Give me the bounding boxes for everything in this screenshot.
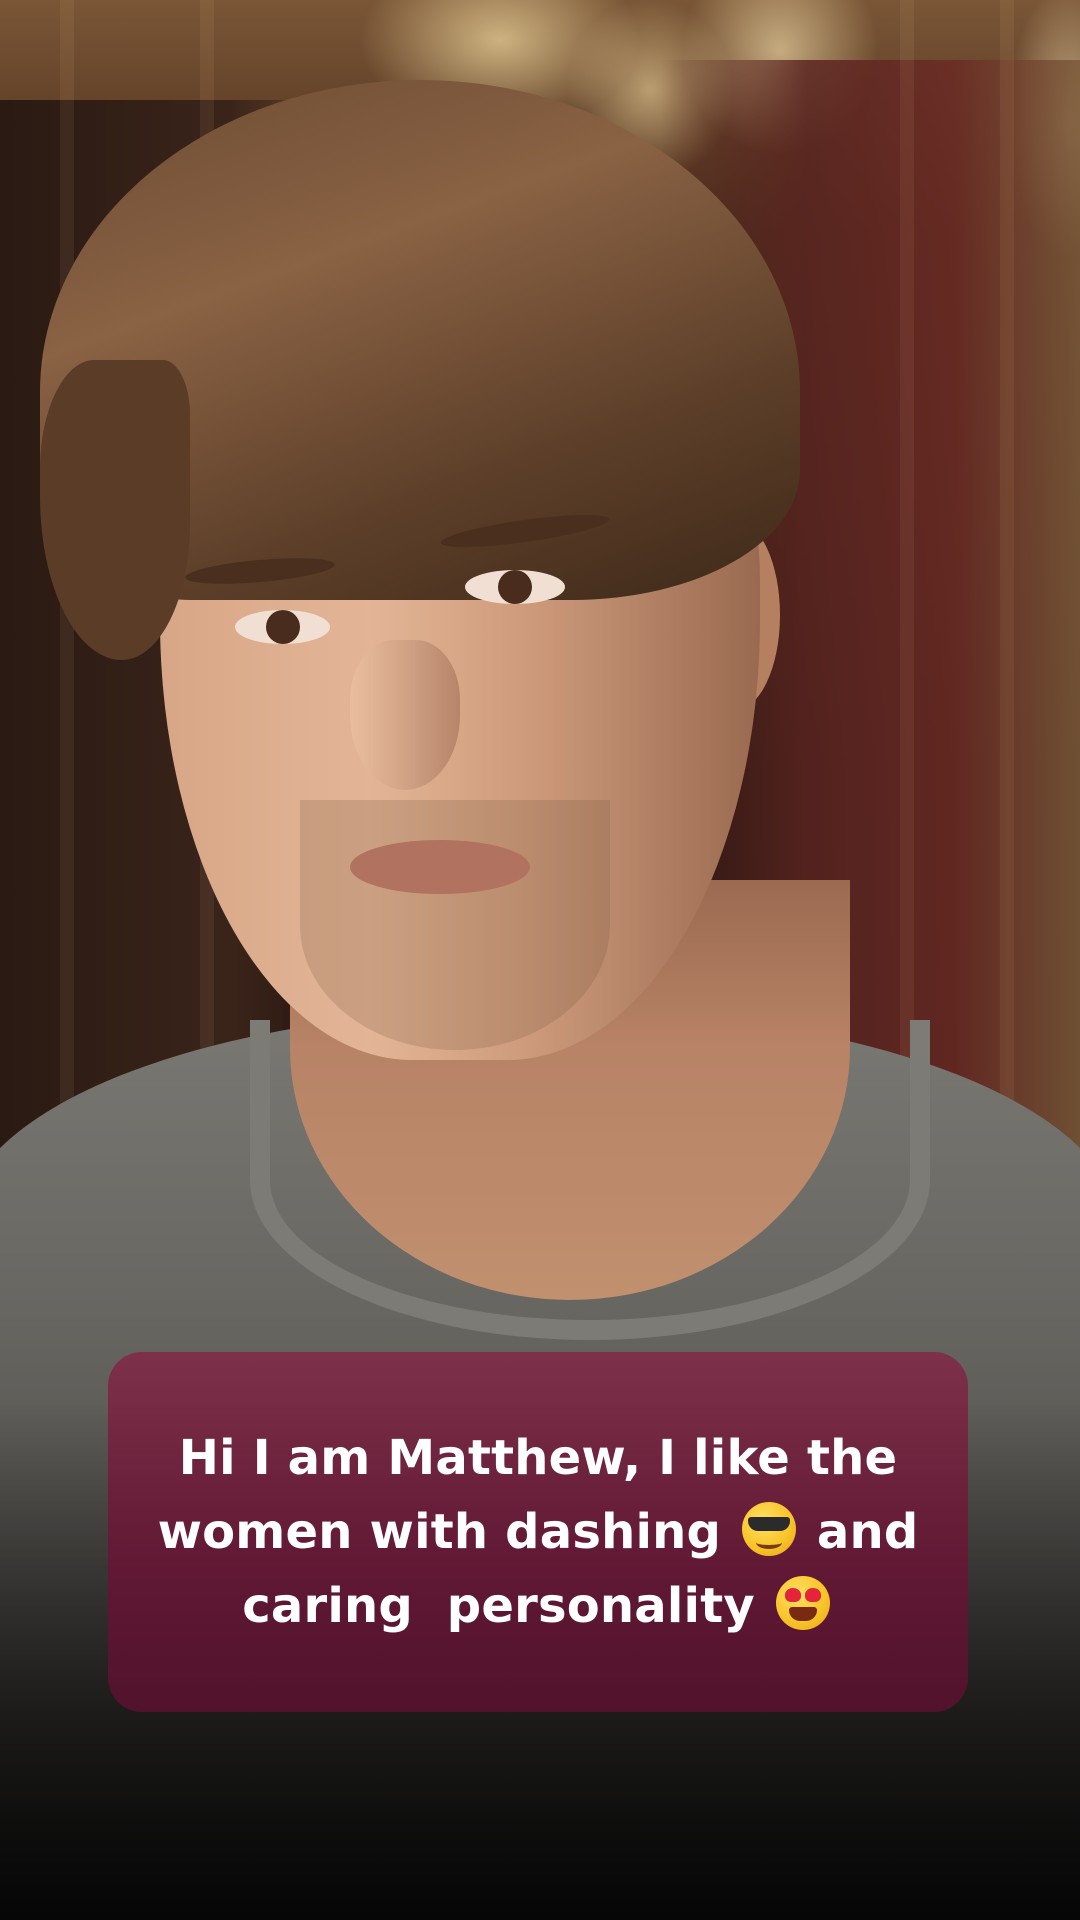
caption-line-3: caring personality bbox=[158, 1569, 919, 1643]
lips bbox=[350, 840, 530, 894]
caption-line-2-text: women with dashing bbox=[157, 1504, 722, 1560]
eye-left bbox=[235, 610, 330, 644]
caption-line-2: women with dashing and bbox=[158, 1495, 919, 1569]
hair-side bbox=[40, 360, 190, 660]
story-screen: Hi I am Matthew, I like the women with d… bbox=[0, 0, 1080, 1920]
tshirt-collar bbox=[250, 1020, 930, 1340]
caption-text: Hi I am Matthew, I like the women with d… bbox=[158, 1421, 919, 1643]
eye-right bbox=[465, 570, 565, 604]
nose bbox=[350, 640, 460, 790]
smiling-face-with-sunglasses-icon bbox=[741, 1502, 796, 1556]
smiling-face-with-heart-eyes-icon bbox=[775, 1576, 830, 1630]
caption-line-1: Hi I am Matthew, I like the bbox=[178, 1430, 898, 1486]
caption-line-3-text: caring personality bbox=[242, 1578, 755, 1634]
stubble bbox=[300, 800, 610, 1050]
caption-line-2-end: and bbox=[816, 1504, 919, 1560]
caption-card: Hi I am Matthew, I like the women with d… bbox=[108, 1352, 968, 1712]
